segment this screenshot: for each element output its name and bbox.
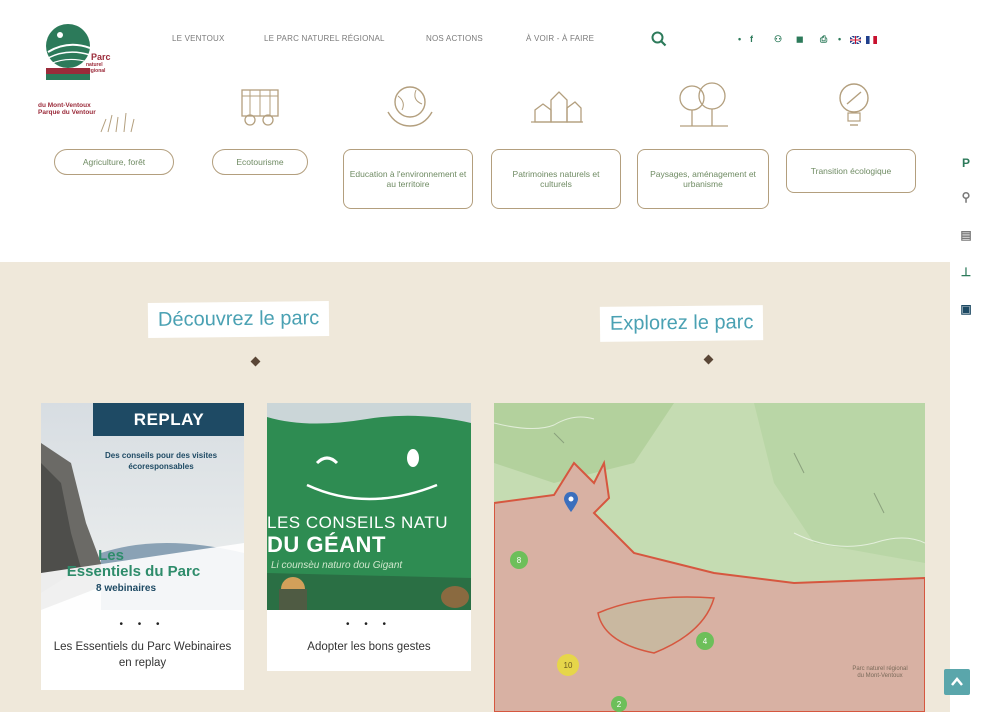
trees-icon	[679, 82, 728, 127]
card-conseils-dots: • • •	[345, 619, 393, 630]
map-cluster-marker[interactable]: 4	[696, 632, 714, 650]
newsletter-icon[interactable]: ◼	[796, 34, 803, 45]
facebook-icon[interactable]: f	[750, 34, 753, 44]
flag-fr-icon[interactable]	[866, 36, 877, 44]
map-cluster-marker[interactable]: 8	[510, 551, 528, 569]
category-patrimoines-button[interactable]: Patrimoines naturels et culturels	[491, 149, 621, 209]
card-conseils-title-2: DU GÉANT	[267, 532, 386, 557]
logo-brand-big: Parc	[91, 52, 111, 62]
back-to-top-button[interactable]	[944, 669, 970, 695]
discover-heading: Découvrez le parc	[147, 301, 330, 338]
site-header: Parc naturel régional du Mont-Ventoux Pa…	[0, 0, 950, 260]
separator-dot-icon: •	[838, 34, 842, 44]
logo-brand-bottom: du Mont-Ventoux Parque du Ventour	[38, 102, 96, 116]
card-essentiels-title-1: Les	[98, 547, 124, 564]
globe-hands-icon	[387, 86, 433, 127]
map-park-label: Parc naturel régional du Mont-Ventoux	[852, 666, 908, 679]
ecotourism-building-icon	[241, 89, 279, 126]
park-map[interactable]: 8 4 10 2 Parc naturel régional du Mont-V…	[494, 403, 925, 712]
flag-uk-icon[interactable]	[850, 36, 861, 44]
card-essentiels-tagline: Des conseils pour des visites écorespons…	[104, 451, 218, 471]
village-icon	[531, 91, 583, 123]
explore-heading: Explorez le parc	[599, 305, 764, 342]
map-cluster-marker[interactable]: 10	[557, 654, 579, 676]
page: Parc naturel régional du Mont-Ventoux Pa…	[0, 0, 983, 712]
card-conseils-caption: Adopter les bons gestes	[307, 641, 431, 653]
hiking-icon[interactable]: ⚲	[956, 190, 976, 210]
nav-item-nos-actions[interactable]: NOS ACTIONS	[426, 34, 483, 43]
chevron-up-icon	[951, 677, 963, 686]
category-transition-button[interactable]: Transition écologique	[786, 149, 916, 193]
card-conseils-title-1: LES CONSEILS NATU	[267, 513, 449, 532]
card-conseils-image	[267, 403, 471, 610]
category-agriculture-button[interactable]: Agriculture, forêt	[54, 149, 174, 175]
card-essentiels-dots: • • •	[119, 619, 166, 630]
search-icon[interactable]	[651, 31, 667, 47]
card-essentiels-caption: Les Essentiels du Parc Webinaires en rep…	[53, 641, 232, 669]
bulb-icon	[839, 83, 869, 126]
park-logo[interactable]: Parc naturel régional du Mont-Ventoux Pa…	[38, 22, 158, 133]
card-essentiels[interactable]: REPLAY Des conseils pour des visites éco…	[41, 403, 244, 690]
bench-icon[interactable]: ⊥	[956, 265, 976, 285]
map-layer-icon[interactable]: ▣	[956, 302, 976, 322]
nav-item-parc-naturel[interactable]: LE PARC NATUREL RÉGIONAL	[264, 34, 385, 43]
map-cluster-marker[interactable]: 2	[611, 696, 627, 712]
card-conseils[interactable]: LES CONSEILS NATU DU GÉANT Li counsèu na…	[267, 403, 471, 671]
logo-brand-small: naturel régional	[86, 62, 106, 74]
share-icon[interactable]: ⚇	[774, 34, 782, 45]
replay-banner: REPLAY	[93, 403, 244, 436]
side-toolbar: P ⚲ ▤ ⊥ ▣	[950, 150, 983, 330]
card-conseils-illustration	[267, 403, 471, 610]
map-pin-icon[interactable]	[564, 492, 578, 512]
logo-grass-icon	[100, 112, 135, 133]
category-ecotourisme-button[interactable]: Ecotourisme	[212, 149, 308, 175]
category-paysages-button[interactable]: Paysages, aménagement et urbanisme	[637, 149, 769, 209]
parking-icon[interactable]: P	[956, 156, 976, 176]
print-icon[interactable]: ⎙	[820, 34, 827, 45]
bus-icon[interactable]: ▤	[956, 228, 976, 248]
nav-item-a-voir[interactable]: À VOIR - À FAIRE	[526, 34, 594, 43]
separator-dot-icon: •	[738, 34, 742, 44]
card-essentiels-subtitle: 8 webinaires	[95, 583, 157, 594]
category-education-button[interactable]: Education à l'environnement et au territ…	[343, 149, 473, 209]
card-conseils-subtitle: Li counsèu naturo dou Gigant	[271, 560, 403, 571]
nav-item-le-ventoux[interactable]: LE VENTOUX	[172, 34, 225, 43]
card-essentiels-title-2: Essentiels du Parc	[66, 563, 201, 580]
